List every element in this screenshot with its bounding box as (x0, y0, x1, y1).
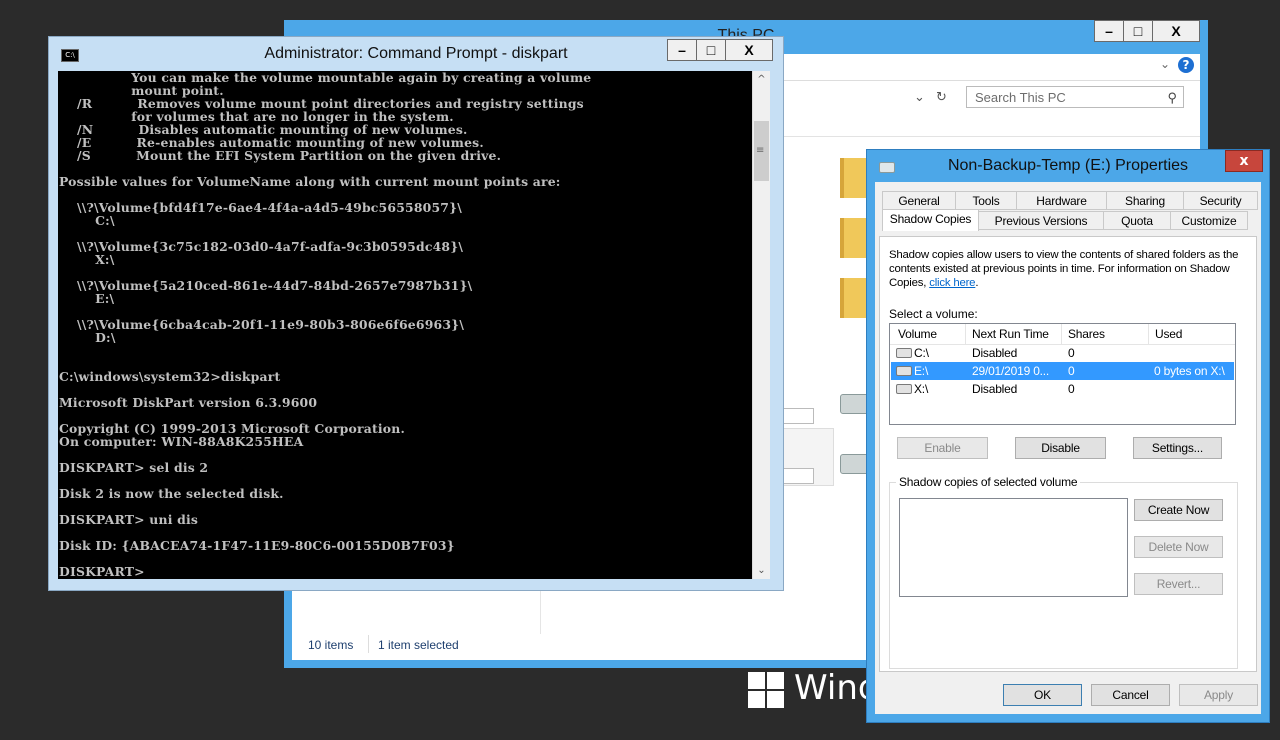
volume-row-e[interactable]: E:\ 29/01/2019 0... 0 0 bytes on X:\ (891, 362, 1234, 380)
column-divider (965, 324, 966, 344)
console-scrollbar[interactable]: ^ ≡ ⌄ (752, 71, 770, 579)
command-prompt-window: C:\ Administrator: Command Prompt - disk… (48, 36, 784, 591)
delete-now-button[interactable]: Delete Now (1134, 536, 1223, 558)
tab-tools[interactable]: Tools (955, 191, 1017, 210)
scroll-down-arrow-icon[interactable]: ⌄ (753, 562, 770, 579)
drive-icon (896, 384, 912, 394)
volume-cell: X:\ (914, 382, 929, 396)
explorer-close-button[interactable]: X (1152, 20, 1200, 42)
shares-cell: 0 (1068, 364, 1075, 378)
tab-sharing[interactable]: Sharing (1106, 191, 1184, 210)
tab-security[interactable]: Security (1183, 191, 1258, 210)
apply-button[interactable]: Apply (1179, 684, 1258, 706)
properties-close-button[interactable]: x (1225, 150, 1263, 172)
volume-list-header: Volume Next Run Time Shares Used (890, 324, 1235, 345)
explorer-window-controls: – □ X (1094, 20, 1200, 42)
tab-quota[interactable]: Quota (1103, 211, 1171, 230)
command-prompt-window-controls: – □ X (667, 39, 773, 61)
volume-row-x[interactable]: X:\ Disabled 0 (891, 380, 1234, 398)
used-cell: 0 bytes on X:\ (1154, 364, 1225, 378)
scroll-up-arrow-icon[interactable]: ^ (753, 71, 770, 88)
scrollbar-grip-icon: ≡ (756, 145, 765, 156)
console-text: You can make the volume mountable again … (59, 71, 592, 579)
shadow-copies-panel: Shadow copies allow users to view the co… (879, 236, 1257, 672)
column-divider (1061, 324, 1062, 344)
tab-hardware[interactable]: Hardware (1016, 191, 1107, 210)
drive-shadow-icon (896, 366, 912, 376)
tab-shadow-copies[interactable]: Shadow Copies (882, 209, 979, 231)
status-selected-count: 1 item selected (378, 638, 459, 652)
create-now-button[interactable]: Create Now (1134, 499, 1223, 521)
properties-dialog: Non-Backup-Temp (E:) Properties x Genera… (866, 149, 1270, 723)
tab-customize[interactable]: Customize (1170, 211, 1248, 230)
cmd-maximize-button[interactable]: □ (696, 39, 726, 61)
properties-title: Non-Backup-Temp (E:) Properties (947, 157, 1189, 174)
explorer-maximize-button[interactable]: □ (1123, 20, 1153, 42)
shares-cell: 0 (1068, 382, 1075, 396)
shadow-copies-description: Shadow copies allow users to view the co… (889, 249, 1239, 289)
next-run-cell: Disabled (972, 346, 1018, 360)
column-header-shares[interactable]: Shares (1068, 327, 1105, 341)
drive-icon (896, 348, 912, 358)
refresh-icon[interactable]: ↻ (936, 90, 947, 105)
click-here-link[interactable]: click here (929, 277, 975, 289)
disable-button[interactable]: Disable (1015, 437, 1106, 459)
cmd-minimize-button[interactable]: – (667, 39, 697, 61)
column-header-next-run-time[interactable]: Next Run Time (972, 327, 1049, 341)
search-placeholder: Search This PC (975, 90, 1066, 105)
volume-cell: E:\ (914, 364, 929, 378)
help-icon[interactable]: ? (1178, 57, 1194, 73)
shares-cell: 0 (1068, 346, 1075, 360)
shadow-copies-list[interactable] (899, 498, 1128, 597)
drive-capacity-bar (782, 468, 814, 484)
group-title: Shadow copies of selected volume (896, 475, 1081, 489)
tab-previous-versions[interactable]: Previous Versions (978, 211, 1104, 230)
enable-button[interactable]: Enable (897, 437, 988, 459)
select-volume-label: Select a volume: (889, 307, 978, 321)
search-input[interactable]: Search This PC ⚲ (966, 86, 1184, 108)
volume-list[interactable]: Volume Next Run Time Shares Used C:\ Dis… (889, 323, 1236, 425)
explorer-minimize-button[interactable]: – (1094, 20, 1124, 42)
settings-button[interactable]: Settings... (1133, 437, 1222, 459)
cmd-close-button[interactable]: X (725, 39, 773, 61)
column-header-volume[interactable]: Volume (898, 327, 937, 341)
drive-capacity-bar (782, 408, 814, 424)
cancel-button[interactable]: Cancel (1091, 684, 1170, 706)
next-run-cell: Disabled (972, 382, 1018, 396)
console-output[interactable]: You can make the volume mountable again … (58, 71, 752, 579)
next-run-cell: 29/01/2019 0... (972, 364, 1050, 378)
status-divider (368, 635, 369, 653)
ok-button[interactable]: OK (1003, 684, 1082, 706)
properties-body: General Tools Hardware Sharing Security … (875, 182, 1261, 714)
address-dropdown-icon[interactable]: ⌄ (914, 90, 925, 105)
volume-cell: C:\ (914, 346, 929, 360)
status-item-count: 10 items (308, 638, 354, 652)
search-icon: ⚲ (1167, 90, 1177, 105)
column-divider (1148, 324, 1149, 344)
shadow-copies-group: Shadow copies of selected volume Create … (889, 475, 1238, 669)
volume-row-c[interactable]: C:\ Disabled 0 (891, 344, 1234, 362)
column-header-used[interactable]: Used (1155, 327, 1182, 341)
ribbon-expand-chevron-icon[interactable]: ⌄ (1160, 57, 1170, 71)
windows-logo-icon (748, 672, 784, 708)
revert-button[interactable]: Revert... (1134, 573, 1223, 595)
tab-general[interactable]: General (882, 191, 956, 210)
